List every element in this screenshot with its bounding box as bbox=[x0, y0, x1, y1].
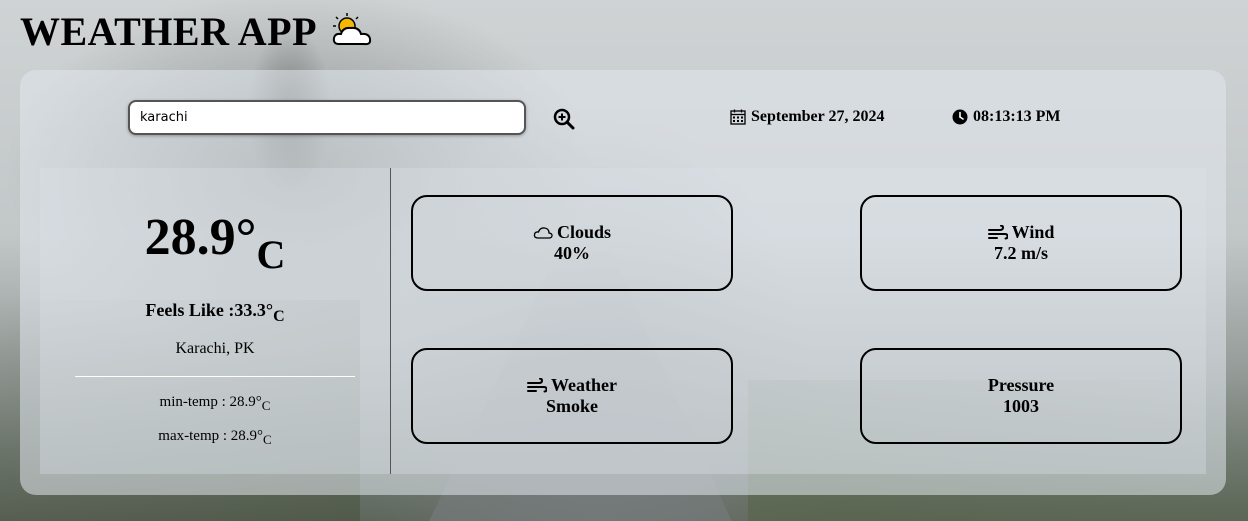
wind-icon bbox=[987, 224, 1008, 239]
search-input[interactable] bbox=[128, 100, 526, 135]
feels-like-value: 33.3° bbox=[234, 300, 274, 320]
date-text: September 27, 2024 bbox=[751, 108, 885, 125]
current-conditions: 28.9°C Feels Like :33.3°C Karachi, PK mi… bbox=[40, 168, 391, 474]
sun-behind-cloud-icon bbox=[332, 12, 372, 45]
weather-content: 28.9°C Feels Like :33.3°C Karachi, PK mi… bbox=[40, 168, 1206, 474]
calendar-icon bbox=[730, 109, 746, 125]
pressure-card: Pressure 1003 bbox=[860, 348, 1182, 444]
feels-like: Feels Like :33.3°C bbox=[40, 300, 390, 325]
clouds-value: 40% bbox=[554, 243, 590, 263]
clouds-label-row: Clouds bbox=[533, 222, 611, 243]
app-header: WEATHER APP bbox=[20, 8, 377, 55]
pressure-value: 1003 bbox=[1003, 396, 1039, 416]
clouds-card: Clouds 40% bbox=[411, 195, 733, 291]
max-temp-label: max-temp : bbox=[158, 428, 231, 444]
min-temp-label: min-temp : bbox=[159, 394, 230, 410]
current-time: 08:13:13 PM bbox=[952, 108, 1061, 126]
divider bbox=[75, 376, 355, 377]
feels-like-unit: C bbox=[273, 308, 285, 325]
min-temperature: min-temp : 28.9°C bbox=[40, 394, 390, 413]
min-temp-value: 28.9° bbox=[229, 394, 262, 410]
weather-value: Smoke bbox=[545, 396, 598, 416]
clouds-label: Clouds bbox=[556, 222, 612, 242]
wind-icon bbox=[527, 377, 547, 392]
search-button[interactable] bbox=[552, 108, 576, 132]
current-date: September 27, 2024 bbox=[730, 108, 884, 126]
pressure-label: Pressure bbox=[987, 375, 1055, 395]
cloud-icon bbox=[533, 226, 553, 239]
weather-card: Weather Smoke bbox=[411, 348, 733, 444]
weather-label-row: Weather bbox=[527, 375, 617, 396]
location-name: Karachi, PK bbox=[175, 340, 255, 357]
wind-value: 7.2 m/s bbox=[994, 243, 1048, 263]
current-temperature: 28.9°C bbox=[40, 208, 390, 277]
wind-label: Wind bbox=[1011, 222, 1055, 242]
feels-like-label: Feels Like : bbox=[145, 300, 235, 320]
max-temperature: max-temp : 28.9°C bbox=[40, 428, 390, 447]
wind-card: Wind 7.2 m/s bbox=[860, 195, 1182, 291]
time-text: 08:13:13 PM bbox=[973, 108, 1061, 125]
app-title: WEATHER APP bbox=[20, 9, 318, 54]
search-zoom-icon bbox=[553, 108, 575, 130]
temperature-unit: C bbox=[256, 232, 286, 277]
wind-label-row: Wind bbox=[987, 222, 1055, 243]
weather-label: Weather bbox=[551, 375, 617, 395]
min-temp-unit: C bbox=[261, 398, 271, 413]
weather-panel: September 27, 2024 08:13:13 PM 28.9°C Fe… bbox=[20, 70, 1226, 495]
clock-icon bbox=[952, 109, 968, 125]
max-temp-unit: C bbox=[263, 432, 272, 447]
max-temp-value: 28.9° bbox=[230, 428, 264, 444]
temperature-value: 28.9° bbox=[144, 209, 257, 266]
